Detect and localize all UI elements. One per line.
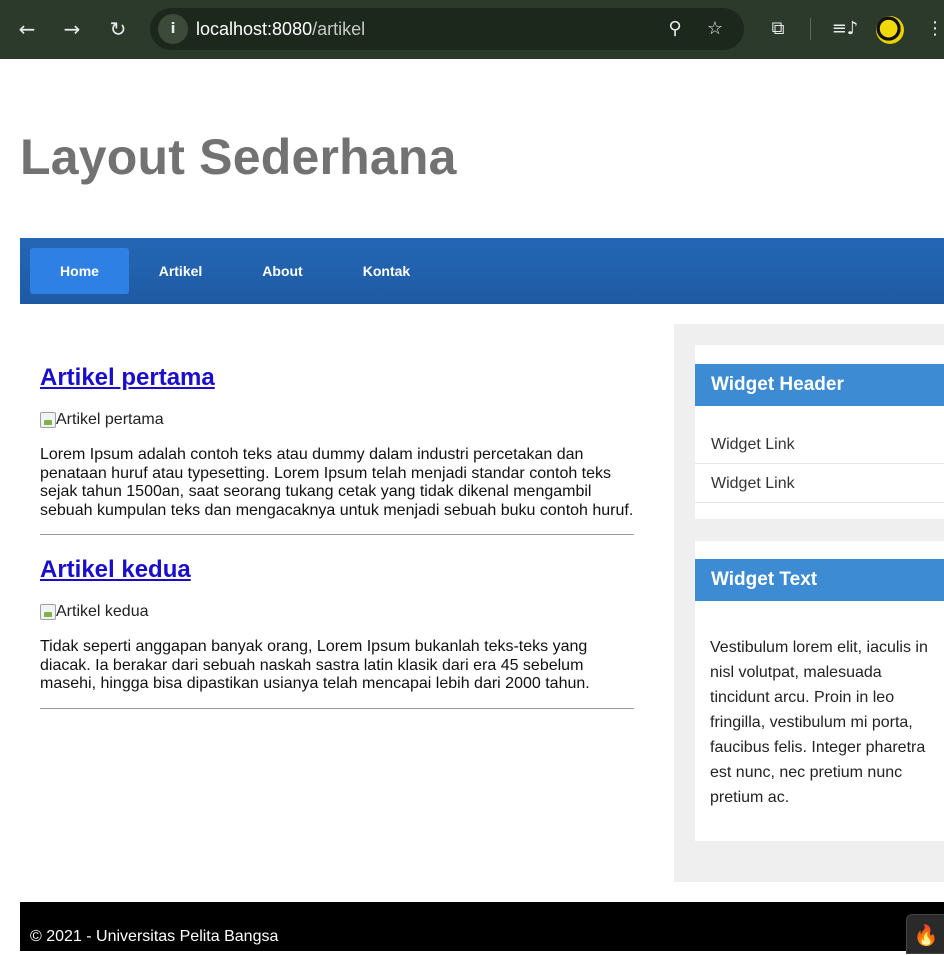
sidebar: Widget Header Widget Link Widget Link Wi… <box>674 324 944 882</box>
broken-image-icon <box>40 604 56 620</box>
browser-toolbar: ← → ↻ i localhost:8080/artikel ⚲ ☆ ⧉ ≡♪ … <box>0 0 944 59</box>
article-image: Artikel pertama <box>40 411 164 429</box>
widget-link[interactable]: Widget Link <box>695 464 944 503</box>
url-host: localhost:8080 <box>196 19 313 39</box>
article-image: Artikel kedua <box>40 603 149 621</box>
zoom-icon[interactable]: ⚲ <box>663 17 687 41</box>
media-control-icon[interactable]: ≡♪ <box>830 14 860 44</box>
bookmark-star-icon[interactable]: ☆ <box>703 17 727 41</box>
article-title[interactable]: Artikel kedua <box>40 556 191 584</box>
footer-text: © 2021 - Universitas Pelita Bangsa <box>30 928 279 945</box>
footer: © 2021 - Universitas Pelita Bangsa <box>20 902 944 951</box>
back-arrow-icon[interactable]: ← <box>12 14 42 44</box>
profile-avatar[interactable] <box>876 16 904 44</box>
browser-menu-icon[interactable]: ⋮ <box>920 14 944 44</box>
site-info-icon[interactable]: i <box>158 14 188 44</box>
article-image-alt: Artikel pertama <box>56 411 164 428</box>
address-bar[interactable]: i localhost:8080/artikel ⚲ ☆ <box>150 8 744 50</box>
article-title[interactable]: Artikel pertama <box>40 364 215 392</box>
url-text[interactable]: localhost:8080/artikel <box>196 19 365 40</box>
widget-links: Widget Header Widget Link Widget Link <box>695 345 944 519</box>
widget-header: Widget Header <box>695 364 944 406</box>
site-title: Layout Sederhana <box>20 129 457 185</box>
article-list: Artikel pertama Artikel pertama Lorem Ip… <box>20 324 674 884</box>
article-text: Tidak seperti anggapan banyak orang, Lor… <box>40 638 590 692</box>
toolbar-separator <box>810 18 811 40</box>
widget-text-box: Widget Text Vestibulum lorem elit, iacul… <box>695 541 944 841</box>
article-image-alt: Artikel kedua <box>56 603 149 620</box>
article-divider <box>40 534 634 535</box>
reload-icon[interactable]: ↻ <box>103 14 133 44</box>
debug-toolbar-icon[interactable]: 🔥 <box>906 914 944 954</box>
nav-about[interactable]: About <box>233 248 332 294</box>
forward-arrow-icon[interactable]: → <box>57 14 87 44</box>
widget-text: Vestibulum lorem elit, iaculis in nisl v… <box>710 639 928 806</box>
broken-image-icon <box>40 412 56 428</box>
widget-link[interactable]: Widget Link <box>695 425 944 464</box>
nav-kontak[interactable]: Kontak <box>337 248 436 294</box>
widget-header: Widget Text <box>695 559 944 601</box>
nav-artikel[interactable]: Artikel <box>131 248 230 294</box>
article-text: Lorem Ipsum adalah contoh teks atau dumm… <box>40 446 634 519</box>
nav-home[interactable]: Home <box>30 248 129 294</box>
url-path: /artikel <box>312 19 366 39</box>
extensions-icon[interactable]: ⧉ <box>763 14 793 44</box>
main-navbar: Home Artikel About Kontak <box>20 238 944 304</box>
article-divider <box>40 708 634 709</box>
